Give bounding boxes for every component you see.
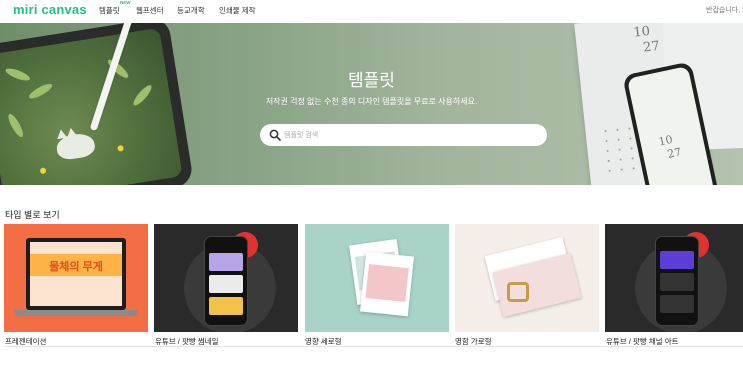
thumbnail-title: 물체의 무게 [49, 261, 103, 273]
nav-school-opening[interactable]: 등교개학 [177, 5, 205, 16]
card-presentation[interactable]: 물체의 무게 [4, 224, 148, 332]
hero-banner: 10 27 10 27 템플릿 저작권 걱정 없는 수천 종의 디자인 템플릿을… [0, 23, 743, 185]
phone-mockup [655, 236, 699, 326]
nav-print-production[interactable]: 인쇄물 제작 [219, 5, 256, 16]
top-header: miri canvas 템플릿 NEW 웹프센터 등교개학 인쇄물 제작 반갑습… [0, 0, 743, 22]
section-title: 타입 별로 보기 [5, 210, 60, 220]
miri-canvas-logo[interactable]: miri canvas [13, 2, 87, 17]
card-youtube-channel-art[interactable] [605, 224, 743, 332]
hero-title: 템플릿 [348, 71, 395, 90]
laptop-icon: 물체의 무게 [26, 238, 126, 310]
hero-subtitle: 저작권 걱정 없는 수천 종의 디자인 템플릿을 무료로 사용하세요. [265, 97, 478, 106]
card-youtube-thumbnail[interactable] [154, 224, 298, 332]
nav-webpre-center[interactable]: 웹프센터 [136, 5, 164, 16]
card-insta-vertical[interactable] [305, 224, 449, 332]
phone-mockup [204, 236, 248, 326]
new-badge: NEW [120, 0, 131, 5]
card-business-card[interactable] [455, 224, 599, 332]
divider [5, 346, 743, 347]
nav-templates[interactable]: 템플릿 [99, 5, 120, 16]
search-icon[interactable] [269, 129, 281, 141]
paper-clip-icon [507, 282, 529, 302]
search-input[interactable] [284, 127, 539, 143]
template-search-bar[interactable] [260, 124, 547, 146]
cat-drawing [55, 127, 97, 162]
user-greeting[interactable]: 반갑습니다, ! [706, 5, 743, 15]
